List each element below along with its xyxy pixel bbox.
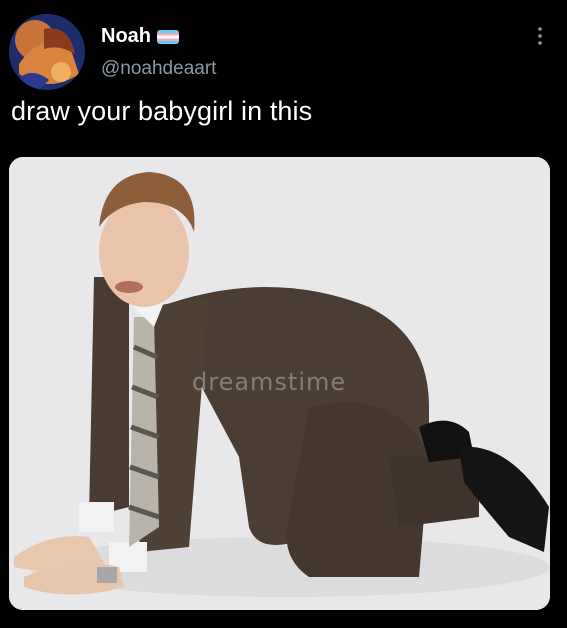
- user-handle[interactable]: @noahdeaart: [101, 58, 216, 80]
- avatar[interactable]: [9, 14, 85, 90]
- more-options-icon[interactable]: [537, 26, 543, 46]
- display-name[interactable]: Noah: [101, 25, 151, 48]
- tweet: Noah @noahdeaart draw your babygirl in t…: [0, 0, 567, 628]
- transgender-flag-icon: [157, 29, 179, 44]
- watermark: dreamstime: [192, 368, 347, 396]
- avatar-image: [9, 14, 85, 90]
- name-row: Noah: [101, 25, 179, 48]
- tweet-media-photo[interactable]: dreamstime: [9, 157, 550, 610]
- tweet-text: draw your babygirl in this: [11, 96, 313, 126]
